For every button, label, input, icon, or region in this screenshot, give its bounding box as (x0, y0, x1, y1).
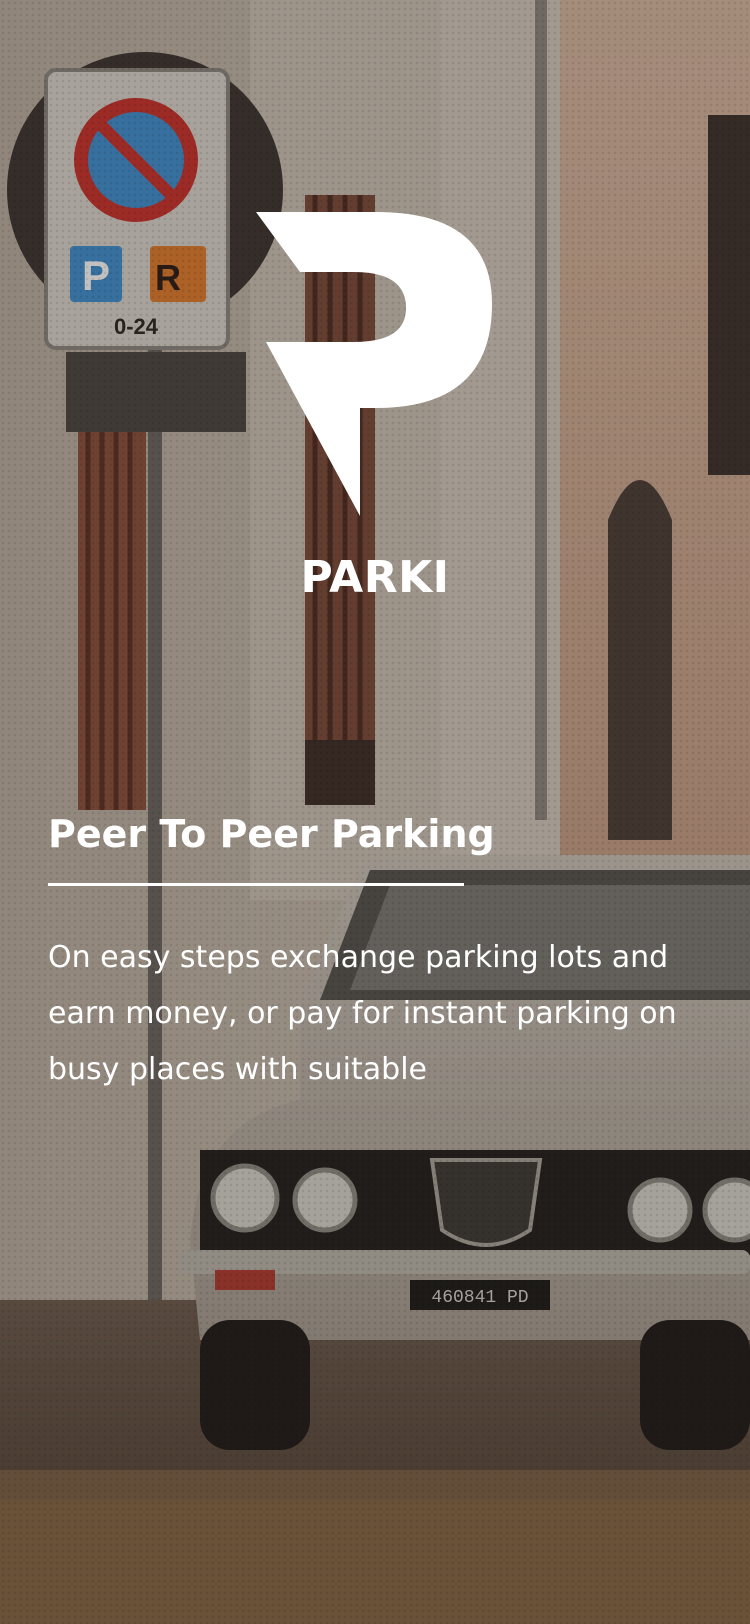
onboarding-title: Peer To Peer Parking (48, 812, 495, 856)
onboarding-screen: P R 0-24 460841 PD (0, 0, 750, 1624)
parki-p-logo-icon (256, 212, 492, 516)
title-underline (48, 883, 464, 886)
brand-name: PARKI (300, 552, 450, 603)
onboarding-description: On easy steps exchange parking lots and … (48, 940, 677, 1087)
